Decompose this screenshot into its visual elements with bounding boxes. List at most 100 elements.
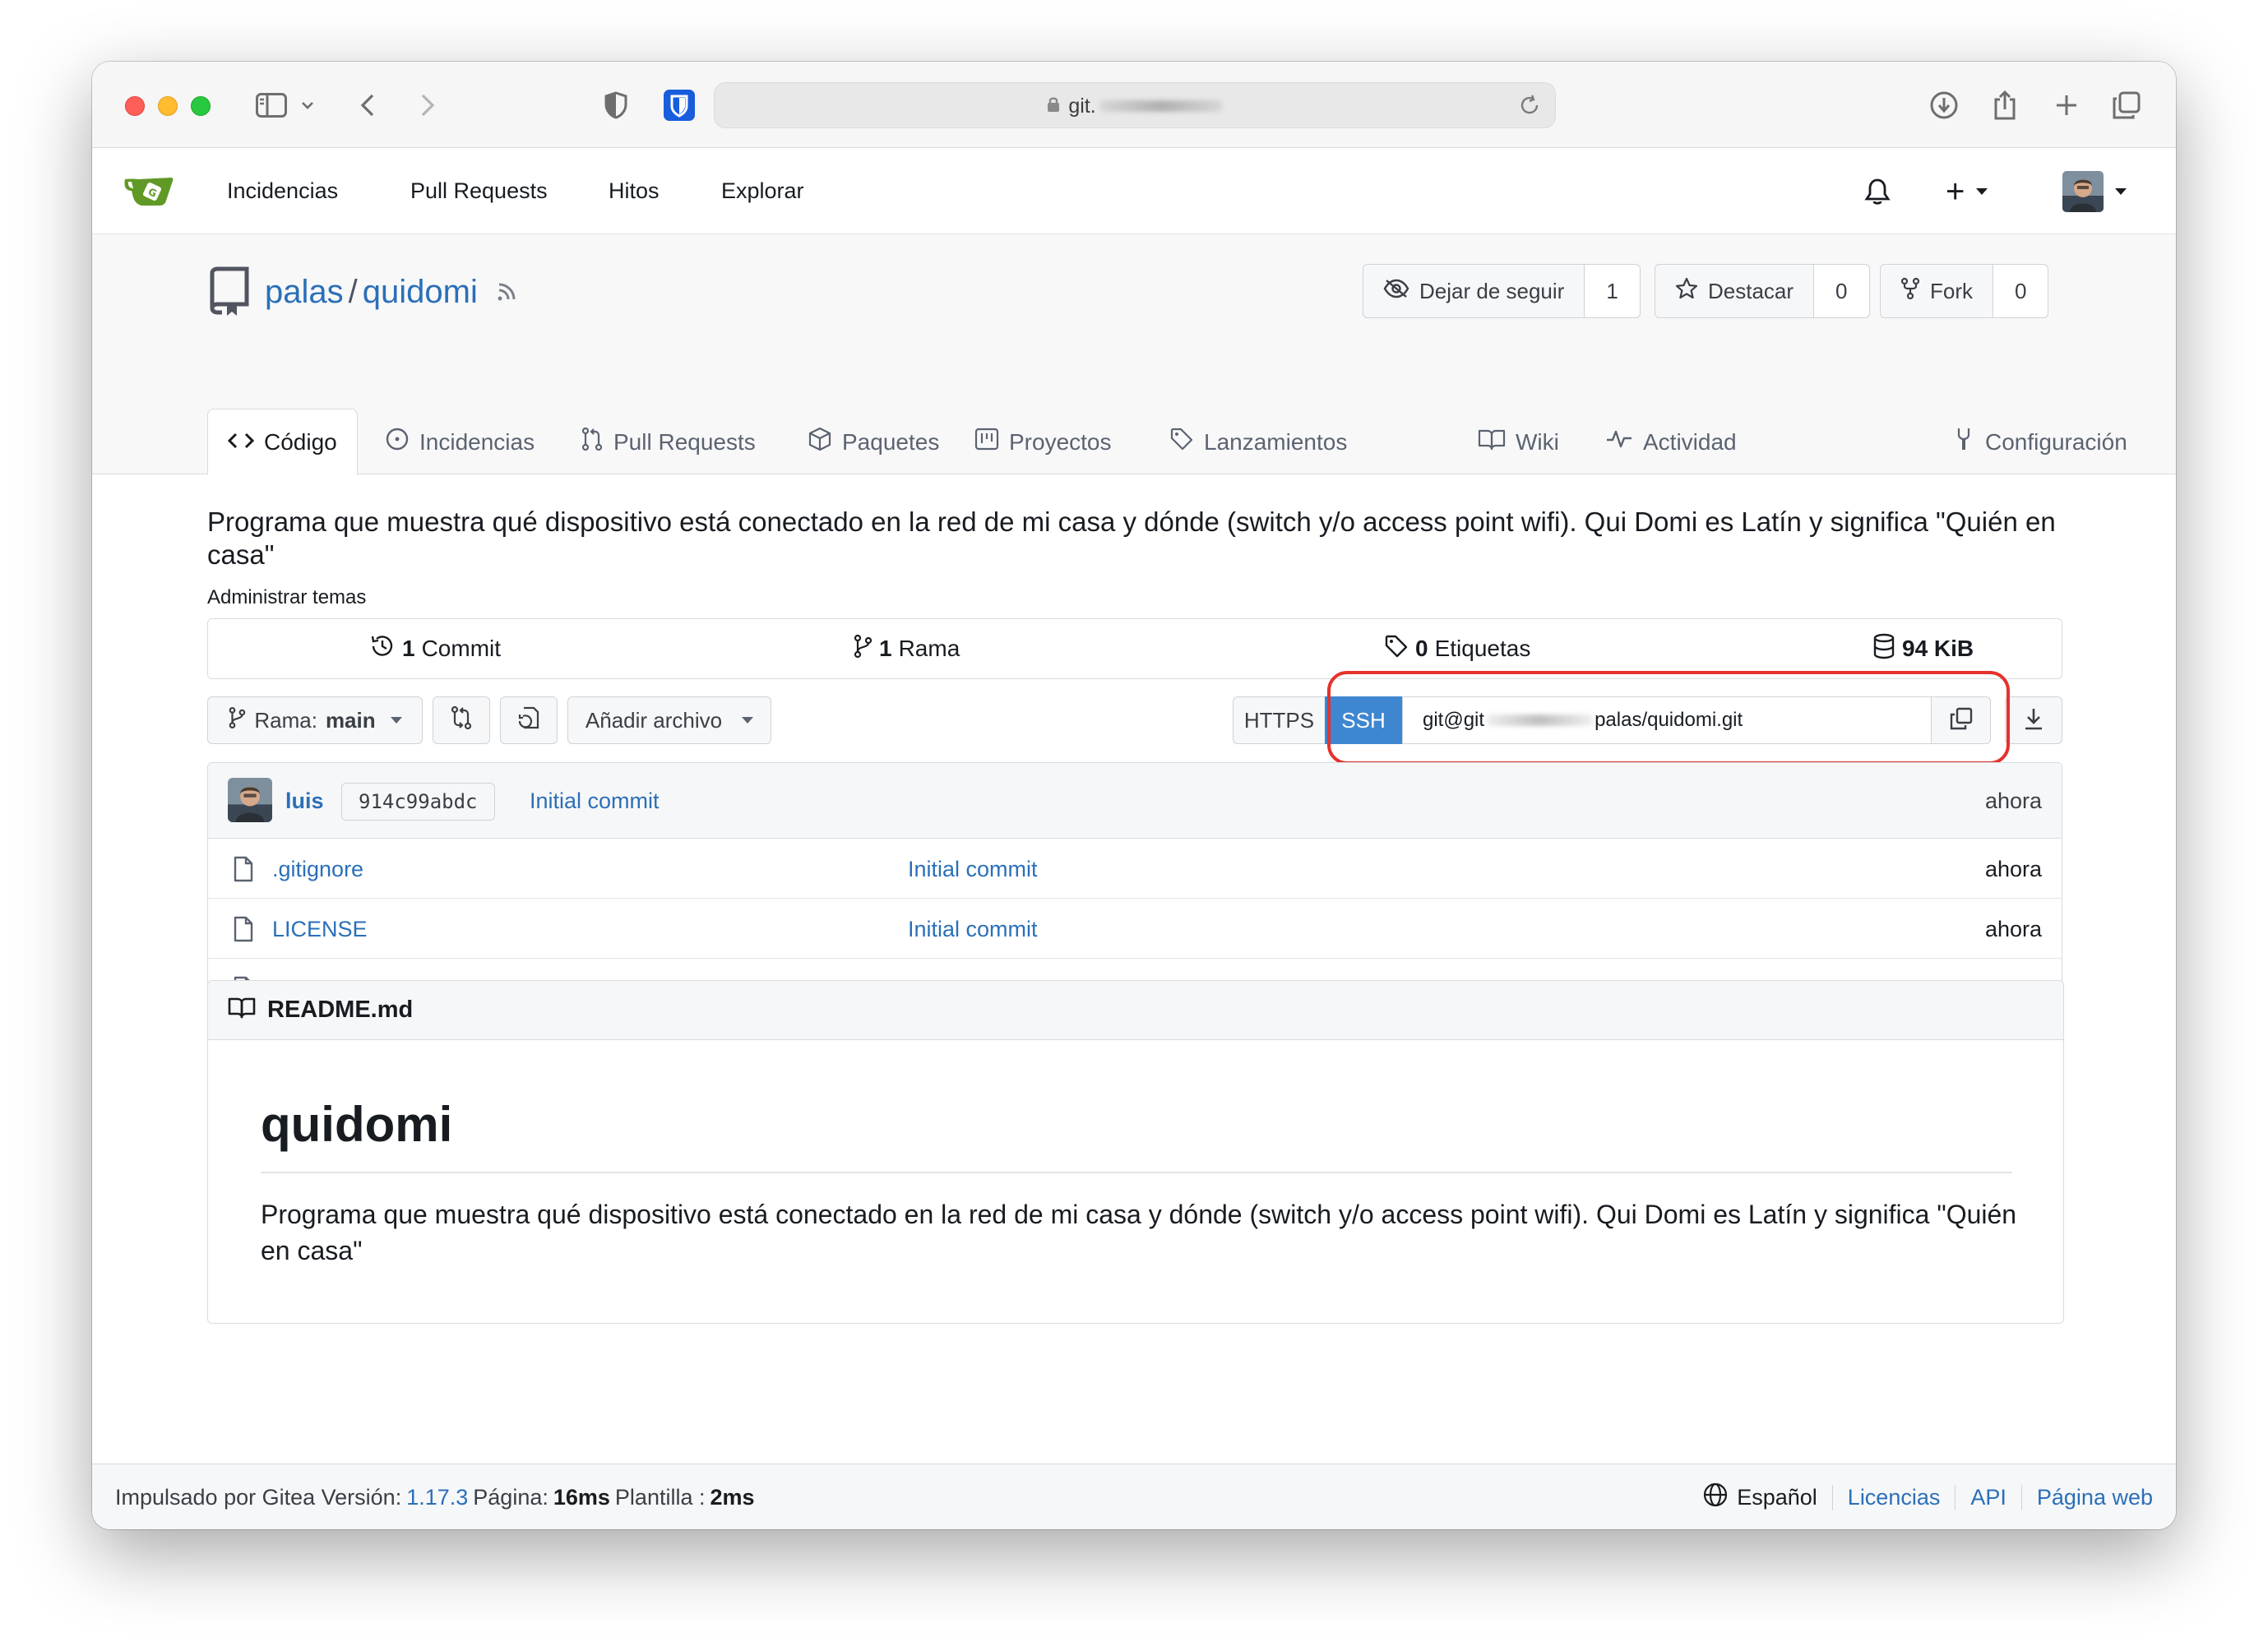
repo-owner-link[interactable]: palas: [265, 274, 344, 311]
readme-body: Programa que muestra qué dispositivo est…: [261, 1200, 2017, 1265]
clone-https-button[interactable]: HTTPS: [1233, 696, 1325, 744]
forward-icon[interactable]: [415, 86, 440, 124]
branches-count: 1: [879, 636, 892, 661]
tab-activity[interactable]: Actividad: [1605, 409, 1737, 475]
star-count[interactable]: 0: [1813, 265, 1869, 317]
avatar: [2062, 170, 2104, 212]
clone-url-input[interactable]: git@git palas/quidomi.git: [1402, 696, 1932, 744]
tag-icon: [1169, 427, 1194, 457]
copy-url-button[interactable]: [1932, 696, 1991, 744]
branches-stat[interactable]: 1 Rama: [853, 619, 960, 678]
nav-explore[interactable]: Explorar: [721, 148, 804, 234]
user-menu[interactable]: [2062, 148, 2127, 234]
fork-button[interactable]: Fork: [1881, 265, 1993, 317]
download-button[interactable]: [2005, 696, 2062, 744]
close-window-button[interactable]: [125, 96, 145, 116]
repo-description: Programa que muestra qué dispositivo est…: [207, 506, 2056, 570]
minimize-window-button[interactable]: [158, 96, 178, 116]
star-button[interactable]: Destacar: [1655, 265, 1813, 317]
tab-pull-requests[interactable]: Pull Requests: [581, 409, 756, 475]
readme-filename: README.md: [267, 997, 414, 1023]
tab-releases[interactable]: Lanzamientos: [1169, 409, 1347, 475]
fork-count[interactable]: 0: [1993, 265, 2048, 317]
repo-stats-bar: 1 Commit 1 Rama 0 Etiquetas 94 KiB: [207, 618, 2062, 679]
history-button[interactable]: [500, 696, 558, 744]
compare-button[interactable]: [433, 696, 490, 744]
gitea-logo-icon[interactable]: G: [123, 173, 176, 213]
footer-info: Impulsado por Gitea Versión: 1.17.3 Pági…: [115, 1464, 755, 1529]
latest-commit-row: luis 914c99abdc Initial commit ahora: [208, 763, 2062, 839]
readme-divider: [261, 1172, 2012, 1173]
table-row: LICENSE Initial commit ahora: [208, 899, 2062, 959]
file-history-icon: [517, 705, 540, 736]
rss-icon[interactable]: [496, 274, 521, 311]
caret-down-icon: [742, 717, 754, 724]
download-icon: [2023, 706, 2044, 735]
tab-settings[interactable]: Configuración: [1952, 409, 2127, 475]
repo-size: 94 KiB: [1902, 636, 1974, 661]
pulse-icon: [1605, 428, 1633, 456]
repo-name-link[interactable]: quidomi: [363, 274, 478, 311]
back-icon[interactable]: [355, 86, 380, 124]
address-bar[interactable]: git.: [714, 82, 1556, 128]
file-commit-link[interactable]: Initial commit: [908, 899, 1038, 959]
tab-code[interactable]: Código: [207, 409, 358, 475]
language-selector[interactable]: Español: [1702, 1482, 1832, 1514]
share-icon[interactable]: [1988, 86, 2021, 124]
commit-sha-button[interactable]: 914c99abdc: [341, 783, 495, 821]
create-menu[interactable]: +: [1946, 148, 1988, 234]
commit-message-link[interactable]: Initial commit: [530, 763, 660, 839]
clone-url-start: git@git: [1423, 709, 1485, 731]
api-link[interactable]: API: [1955, 1484, 2021, 1510]
licenses-link[interactable]: Licencias: [1831, 1484, 1956, 1510]
reload-icon[interactable]: [1517, 93, 1542, 122]
repo-path-separator: /: [348, 273, 358, 310]
file-time: ahora: [1984, 916, 2042, 941]
file-name-link[interactable]: .gitignore: [272, 839, 363, 899]
commit-author-link[interactable]: luis: [285, 763, 324, 839]
unwatch-button[interactable]: Dejar de seguir: [1363, 265, 1584, 317]
file-commit-link[interactable]: Initial commit: [908, 839, 1038, 899]
tab-packages[interactable]: Paquetes: [808, 409, 939, 475]
add-file-dropdown[interactable]: Añadir archivo: [567, 696, 771, 744]
tab-activity-label: Actividad: [1643, 428, 1737, 455]
lock-icon: [1047, 95, 1060, 118]
file-name-link[interactable]: LICENSE: [272, 899, 368, 959]
tab-projects[interactable]: Proyectos: [974, 409, 1112, 475]
commits-label: Commit: [421, 636, 502, 661]
star-button-group: Destacar 0: [1655, 264, 1870, 318]
bitwarden-icon[interactable]: [663, 86, 696, 124]
clone-ssh-button[interactable]: SSH: [1325, 696, 1402, 744]
chevron-down-icon[interactable]: [298, 86, 317, 124]
nav-pull-requests[interactable]: Pull Requests: [410, 148, 548, 234]
sidebar-icon[interactable]: [253, 86, 289, 124]
zoom-window-button[interactable]: [191, 96, 211, 116]
bell-icon[interactable]: [1863, 148, 1891, 234]
tab-overview-icon[interactable]: [2108, 86, 2145, 124]
footer-page-label: Página:: [473, 1484, 548, 1510]
branch-icon: [228, 706, 246, 735]
tab-wiki[interactable]: Wiki: [1478, 409, 1559, 475]
tab-issues[interactable]: Incidencias: [385, 409, 535, 475]
avatar[interactable]: [228, 778, 272, 822]
new-tab-icon[interactable]: [2050, 86, 2083, 124]
privacy-shield-icon[interactable]: [601, 86, 631, 124]
nav-milestones[interactable]: Hitos: [609, 148, 660, 234]
footer-version-link[interactable]: 1.17.3: [406, 1485, 468, 1510]
add-file-label: Añadir archivo: [585, 707, 723, 733]
branches-label: Rama: [898, 636, 960, 661]
branch-selector[interactable]: Rama: main: [207, 696, 423, 744]
manage-topics-link[interactable]: Administrar temas: [207, 586, 366, 609]
database-icon: [1872, 633, 1895, 665]
eye-slash-icon: [1383, 279, 1409, 304]
commits-stat[interactable]: 1 Commit: [369, 619, 501, 678]
watch-count[interactable]: 1: [1584, 265, 1640, 317]
caret-down-icon: [2115, 187, 2127, 195]
nav-issues[interactable]: Incidencias: [227, 148, 338, 234]
repo-title: palas / quidomi: [207, 266, 521, 317]
package-icon: [808, 427, 832, 457]
tags-stat[interactable]: 0 Etiquetas: [1384, 619, 1530, 678]
fork-icon: [1900, 277, 1920, 306]
downloads-icon[interactable]: [1926, 86, 1962, 124]
website-link[interactable]: Página web: [2020, 1484, 2153, 1510]
